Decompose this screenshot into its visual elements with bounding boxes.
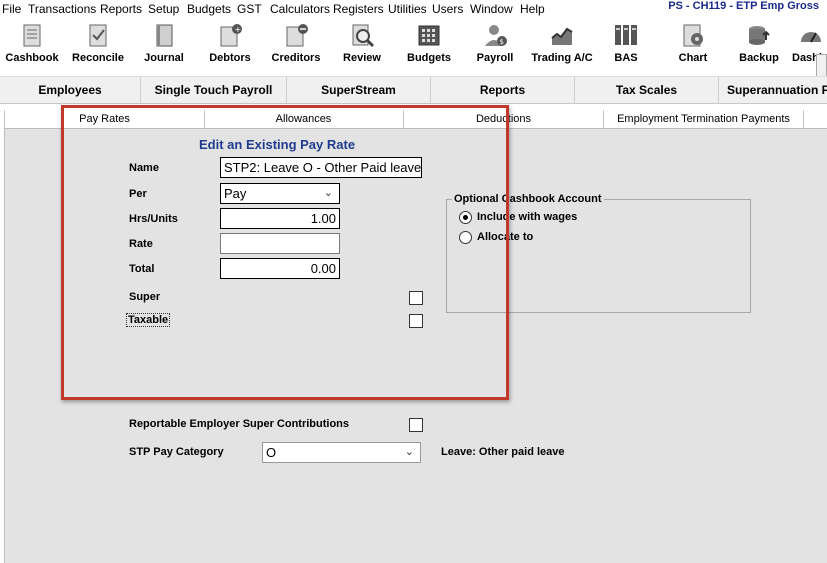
budgets-icon: [416, 22, 442, 48]
toolbar-payroll-label: Payroll: [476, 52, 514, 64]
toolbar-journal-button[interactable]: Journal: [137, 22, 191, 70]
toolbar-cashbook-label: Cashbook: [5, 52, 59, 64]
menu-help[interactable]: Help: [520, 2, 545, 16]
module-tabs: Employees Single Touch Payroll SuperStre…: [0, 76, 827, 104]
sub-tabs: Pay Rates Allowances Deductions Employme…: [4, 110, 827, 128]
stp-pay-category-label: STP Pay Category: [129, 446, 224, 458]
chevron-down-icon: ⌄: [404, 446, 414, 458]
toolbar: Cashbook Reconcile Journal + Debtors Cre…: [0, 18, 827, 90]
trading-icon: [549, 22, 575, 48]
stp-pay-category-select[interactable]: O ⌄: [262, 442, 421, 463]
pay-rate-panel: [4, 128, 827, 563]
menu-reports[interactable]: Reports: [100, 2, 142, 16]
toolbar-payroll-button[interactable]: $ Payroll: [469, 22, 521, 70]
tab-reports[interactable]: Reports: [431, 77, 575, 103]
super-label: Super: [129, 291, 161, 303]
allocate-to-radio[interactable]: [459, 231, 472, 244]
chevron-down-icon: ⌄: [323, 187, 333, 199]
backup-icon: [746, 22, 772, 48]
resc-checkbox[interactable]: [409, 418, 423, 432]
toolbar-review-label: Review: [343, 52, 381, 64]
toolbar-creditors-button[interactable]: Creditors: [266, 22, 326, 70]
menu-gst[interactable]: GST: [237, 2, 262, 16]
rate-field[interactable]: [220, 233, 340, 254]
per-select[interactable]: Pay ⌄: [220, 183, 340, 204]
toolbar-reconcile-button[interactable]: Reconcile: [68, 22, 128, 70]
taxable-checkbox[interactable]: [409, 314, 423, 328]
tab-superannuation-funds[interactable]: Superannuation Fu: [719, 77, 827, 103]
window-title: PS - CH119 - ETP Emp Gross: [668, 0, 819, 12]
toolbar-cashbook-button[interactable]: Cashbook: [2, 22, 62, 70]
toolbar-journal-label: Journal: [144, 52, 184, 64]
allocate-to-label: Allocate to: [477, 231, 534, 243]
name-field[interactable]: STP2: Leave O - Other Paid leave: [220, 157, 422, 178]
menu-window[interactable]: Window: [470, 2, 513, 16]
subtab-pay-rates[interactable]: Pay Rates: [4, 110, 205, 128]
tab-superstream[interactable]: SuperStream: [287, 77, 431, 103]
journal-icon: [151, 22, 177, 48]
hrs-units-label: Hrs/Units: [129, 213, 178, 225]
total-field[interactable]: 0.00: [220, 258, 340, 279]
menu-utilities[interactable]: Utilities: [388, 2, 427, 16]
debtors-icon: +: [217, 22, 243, 48]
menu-calculators[interactable]: Calculators: [270, 2, 330, 16]
resc-label: Reportable Employer Super Contributions: [129, 418, 350, 430]
toolbar-chart-label: Chart: [678, 52, 708, 64]
reconcile-icon: [85, 22, 111, 48]
include-with-wages-radio[interactable]: [459, 211, 472, 224]
total-label: Total: [129, 263, 155, 275]
stp-pay-category-description: Leave: Other paid leave: [441, 446, 565, 458]
toolbar-review-button[interactable]: Review: [336, 22, 388, 70]
menu-users[interactable]: Users: [432, 2, 463, 16]
toolbar-chart-button[interactable]: Chart: [666, 22, 720, 70]
toolbar-trading-button[interactable]: Trading A/C: [528, 22, 596, 70]
hrs-units-field[interactable]: 1.00: [220, 208, 340, 229]
toolbar-backup-label: Backup: [739, 52, 779, 64]
form-heading: Edit an Existing Pay Rate: [199, 137, 356, 152]
toolbar-trading-label: Trading A/C: [531, 52, 593, 64]
rate-label: Rate: [129, 238, 153, 250]
menu-bar: File Transactions Reports Setup Budgets …: [0, 0, 827, 18]
chart-icon: [680, 22, 706, 48]
name-label: Name: [129, 162, 159, 174]
menu-registers[interactable]: Registers: [333, 2, 384, 16]
dashboard-icon: [798, 22, 824, 48]
toolbar-debtors-button[interactable]: + Debtors: [203, 22, 257, 70]
super-checkbox[interactable]: [409, 291, 423, 305]
tab-tax-scales[interactable]: Tax Scales: [575, 77, 719, 103]
subtab-deductions[interactable]: Deductions: [404, 110, 604, 128]
subtab-allowances[interactable]: Allowances: [204, 110, 404, 128]
per-label: Per: [129, 188, 147, 200]
menu-setup[interactable]: Setup: [148, 2, 179, 16]
stp-pay-category-value: O: [266, 445, 277, 460]
subtab-employment-termination-payments[interactable]: Employment Termination Payments: [604, 110, 804, 128]
menu-budgets[interactable]: Budgets: [187, 2, 231, 16]
include-with-wages-label: Include with wages: [477, 211, 578, 223]
toolbar-debtors-label: Debtors: [209, 52, 251, 64]
review-icon: [349, 22, 375, 48]
svg-text:+: +: [235, 25, 242, 34]
menu-transactions[interactable]: Transactions: [28, 2, 96, 16]
menu-file[interactable]: File: [2, 2, 21, 16]
toolbar-backup-button[interactable]: Backup: [733, 22, 785, 70]
toolbar-budgets-label: Budgets: [407, 52, 451, 64]
bas-icon: [613, 22, 639, 48]
toolbar-reconcile-label: Reconcile: [72, 52, 124, 64]
toolbar-bas-button[interactable]: BAS: [604, 22, 648, 70]
payroll-icon: $: [482, 22, 508, 48]
tab-employees[interactable]: Employees: [0, 77, 141, 103]
per-select-value: Pay: [224, 186, 247, 201]
svg-text:$: $: [500, 38, 504, 46]
toolbar-creditors-label: Creditors: [271, 52, 321, 64]
cashbook-icon: [19, 22, 45, 48]
toolbar-bas-label: BAS: [614, 52, 638, 64]
tab-single-touch-payroll[interactable]: Single Touch Payroll: [141, 77, 287, 103]
creditors-icon: [283, 22, 309, 48]
toolbar-budgets-button[interactable]: Budgets: [401, 22, 457, 70]
cashbook-account-title: Optional Cashbook Account: [452, 193, 604, 205]
taxable-label: Taxable: [126, 313, 171, 327]
